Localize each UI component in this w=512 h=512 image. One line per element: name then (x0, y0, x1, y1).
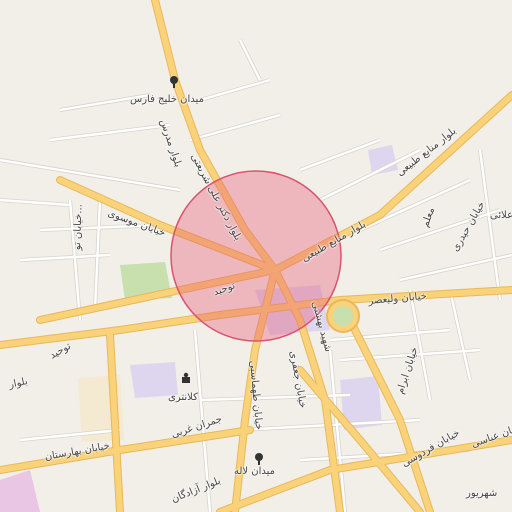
label-kalantari: کلانتری (168, 392, 198, 403)
label-street-12: خیابان تو... (72, 203, 85, 251)
label-square-khalij-fars: میدان خلیج فارس (130, 94, 204, 105)
map-view[interactable]: میدان خلیج فارس بلوار مدرس بلوار دکتر عل… (0, 0, 512, 512)
label-elahi: اعلائی (490, 210, 512, 221)
map-canvas[interactable] (0, 0, 512, 512)
label-street-shahrivar: شهریور (466, 488, 498, 499)
label-square-laleh: میدان لاله (234, 466, 276, 477)
roundabout-island (333, 306, 353, 326)
